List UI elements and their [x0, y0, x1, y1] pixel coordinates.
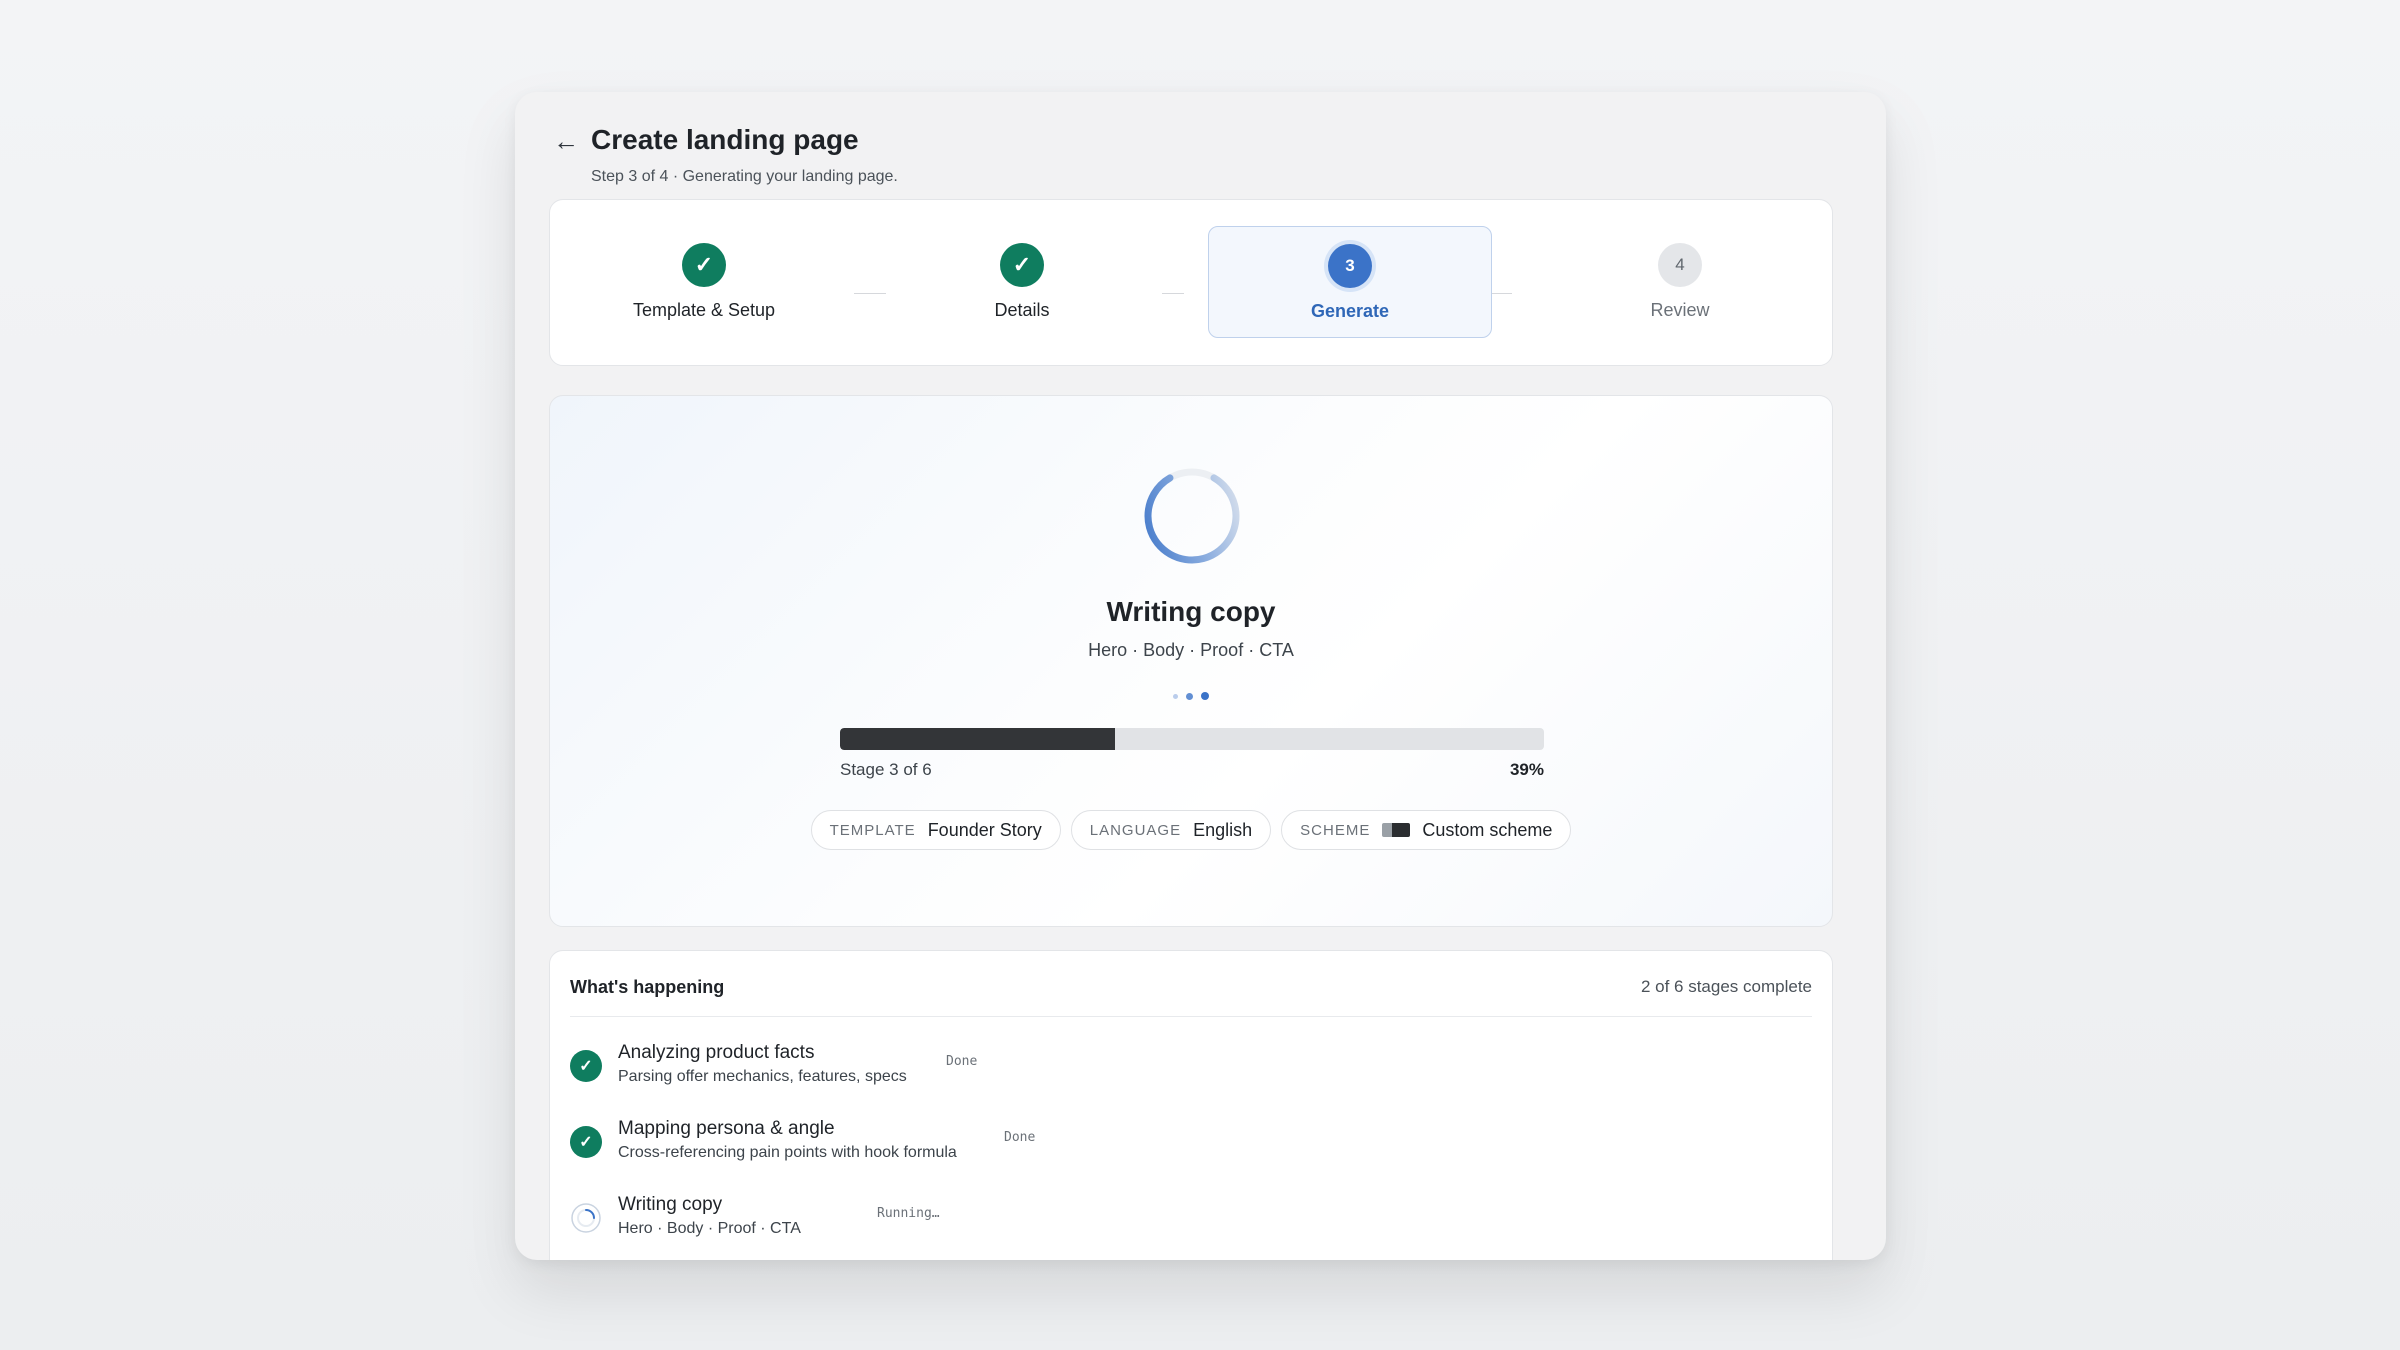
dot	[1173, 693, 1178, 699]
swatch-color	[1392, 823, 1411, 837]
activity-desc: Cross-referencing pain points with hook …	[618, 1144, 957, 1161]
stepper: ✓ Template & Setup ✓ Details 3 Generate …	[549, 199, 1833, 366]
chip-key: SCHEME	[1300, 821, 1371, 839]
activity-text: Analyzing product facts Parsing offer me…	[618, 1042, 907, 1086]
activity-text: Writing copy Hero · Body · Proof · CTA	[618, 1194, 801, 1238]
activity-panel: What's happening 2 of 6 stages complete …	[549, 950, 1833, 1260]
activity-desc: Hero · Body · Proof · CTA	[618, 1220, 801, 1237]
page-subtitle: Step 3 of 4 · Generating your landing pa…	[591, 168, 898, 185]
step-label: Generate	[1310, 301, 1390, 321]
loading-ring-icon	[570, 1202, 602, 1234]
activity-text: Mapping persona & angle Cross-referencin…	[618, 1118, 957, 1162]
loading-ring-icon	[1144, 468, 1240, 564]
step-number-badge: 4	[1658, 243, 1702, 287]
activity-status: Running…	[877, 1206, 940, 1221]
chip-value: Founder Story	[927, 819, 1042, 840]
step-label: Template & Setup	[632, 300, 776, 320]
back-button[interactable]: ←	[553, 128, 579, 154]
check-icon: ✓	[1000, 243, 1044, 287]
dot	[1186, 692, 1193, 700]
step-number-badge: 3	[1328, 244, 1372, 288]
activity-count: 2 of 6 stages complete	[1640, 977, 1812, 996]
activity-status: Done	[1004, 1130, 1036, 1145]
stage-label: Stage 3 of 6	[840, 760, 932, 779]
check-icon: ✓	[682, 243, 726, 287]
activity-heading: What's happening	[570, 977, 725, 997]
activity-name: Analyzing product facts	[618, 1042, 815, 1063]
step-label: Review	[1650, 300, 1710, 320]
chip-key: LANGUAGE	[1089, 821, 1182, 839]
arrow-left-icon: ←	[553, 126, 579, 156]
template-chip: TEMPLATE Founder Story	[810, 810, 1061, 850]
activity-name: Mapping persona & angle	[618, 1118, 835, 1139]
activity-status: Done	[946, 1054, 978, 1069]
generation-title: Writing copy	[1106, 596, 1276, 627]
step-template-setup[interactable]: ✓ Template & Setup	[562, 226, 846, 338]
step-generate[interactable]: 3 Generate	[1208, 226, 1492, 338]
color-swatch	[1382, 823, 1411, 837]
scheme-chip: SCHEME Custom scheme	[1281, 810, 1572, 850]
chip-key: TEMPLATE	[829, 821, 916, 839]
progress-fill	[840, 728, 1115, 750]
wizard-window: ← Create landing page Step 3 of 4 · Gene…	[515, 92, 1886, 1260]
dot	[1201, 692, 1209, 700]
settings-chips: TEMPLATE Founder Story LANGUAGE English …	[550, 810, 1832, 850]
swatch-color	[1382, 823, 1393, 837]
step-review[interactable]: 4 Review	[1538, 226, 1822, 338]
typing-indicator	[550, 692, 1832, 700]
step-label: Details	[994, 300, 1050, 320]
check-icon: ✓	[570, 1050, 602, 1082]
generation-subtitle: Hero · Body · Proof · CTA	[1088, 640, 1294, 660]
step-details[interactable]: ✓ Details	[880, 226, 1164, 338]
language-chip: LANGUAGE English	[1070, 810, 1272, 850]
activity-name: Writing copy	[618, 1194, 723, 1215]
step-connector	[1490, 293, 1512, 294]
step-connector	[1162, 293, 1184, 294]
page-title: Create landing page	[591, 124, 859, 155]
chip-value: Custom scheme	[1422, 819, 1553, 840]
check-icon: ✓	[570, 1126, 602, 1158]
divider	[570, 1016, 1812, 1017]
chip-value: English	[1193, 819, 1253, 840]
progress-bar	[840, 728, 1544, 750]
activity-desc: Parsing offer mechanics, features, specs	[618, 1068, 907, 1085]
generation-card: Writing copy Hero · Body · Proof · CTA S…	[549, 395, 1833, 927]
progress-percent: 39%	[1509, 760, 1544, 779]
